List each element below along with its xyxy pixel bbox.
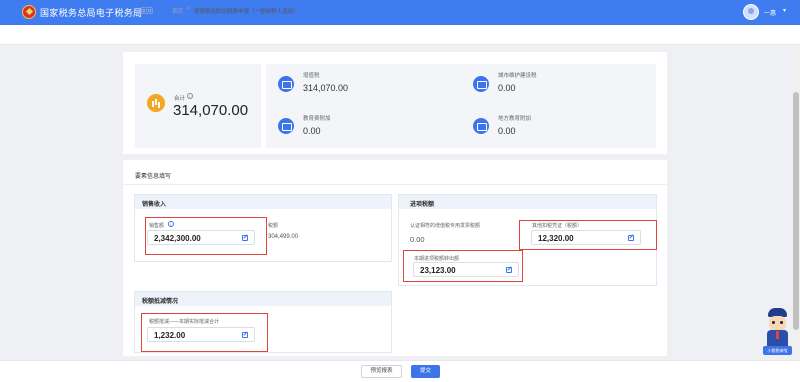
education-surcharge-icon xyxy=(278,118,294,134)
certified-invoice-tax-value: 0.00 xyxy=(410,235,425,244)
total-value: 314,070.00 xyxy=(173,102,249,119)
user-menu-chevron-down-icon[interactable]: ▾ xyxy=(783,7,786,14)
education-surcharge-value: 0.00 xyxy=(303,126,321,136)
user-avatar[interactable] xyxy=(743,4,759,20)
input-tax-title: 进项税额 xyxy=(410,202,435,208)
vat-invoice-icon xyxy=(278,76,294,92)
sales-tax-label: 税额 xyxy=(268,223,279,229)
sales-tax-value: 304,499.00 xyxy=(268,234,299,240)
back-button[interactable]: ← 返回 xyxy=(130,6,153,16)
submit-button[interactable]: 提交 xyxy=(411,365,440,378)
tax-reduction-highlight xyxy=(141,313,268,352)
breadcrumb-bar xyxy=(0,25,800,45)
tax-bureau-logo-icon[interactable] xyxy=(22,5,36,19)
vat-label: 增值税 xyxy=(303,73,320,79)
input-tax-transfer-highlight xyxy=(403,250,523,282)
local-education-surcharge-icon xyxy=(473,118,489,134)
mascot-tie xyxy=(776,331,779,339)
total-info-icon[interactable]: i xyxy=(187,93,193,99)
sales-income-panel-header xyxy=(135,195,391,209)
total-label: 合计 xyxy=(174,96,186,102)
preview-report-button[interactable]: 预览报表 xyxy=(361,365,402,378)
urban-construction-tax-label: 城市维护建设税 xyxy=(498,73,537,79)
tax-breakdown-box xyxy=(266,64,656,148)
education-surcharge-label: 教育费附加 xyxy=(303,116,331,122)
breadcrumb-current: 增值税及附加税费申报（一般纳税人适用） xyxy=(194,9,299,15)
local-education-surcharge-value: 0.00 xyxy=(498,126,516,136)
vat-value: 314,070.00 xyxy=(303,83,349,93)
local-education-surcharge-label: 地方教育附加 xyxy=(498,116,532,122)
form-divider xyxy=(123,184,667,185)
breadcrumb-home-link[interactable]: 首页 xyxy=(172,7,183,15)
sales-income-title: 销售收入 xyxy=(142,202,167,208)
breadcrumb-separator: > xyxy=(187,6,191,12)
sales-amount-highlight xyxy=(145,217,267,255)
mascot-badge: 小税税来啦 xyxy=(763,346,792,355)
bar-chart-icon xyxy=(147,94,165,112)
urban-construction-tax-value: 0.00 xyxy=(498,83,516,93)
user-name[interactable]: 一惠 xyxy=(764,8,776,17)
scrollbar-thumb[interactable] xyxy=(793,92,799,330)
urban-construction-tax-icon xyxy=(473,76,489,92)
mascot-face xyxy=(769,316,786,331)
form-section-title: 要素信息填写 xyxy=(135,174,172,180)
input-tax-panel-header xyxy=(399,195,656,209)
assistant-mascot[interactable]: 小税税来啦 xyxy=(761,308,793,356)
certified-invoice-tax-label: 认证相符的增值税专用发票税额 xyxy=(410,223,481,229)
other-deduction-highlight xyxy=(519,220,657,250)
site-title[interactable]: 国家税务总局电子税务局 xyxy=(40,6,142,19)
tax-reduction-title: 税额抵减情况 xyxy=(142,299,179,305)
